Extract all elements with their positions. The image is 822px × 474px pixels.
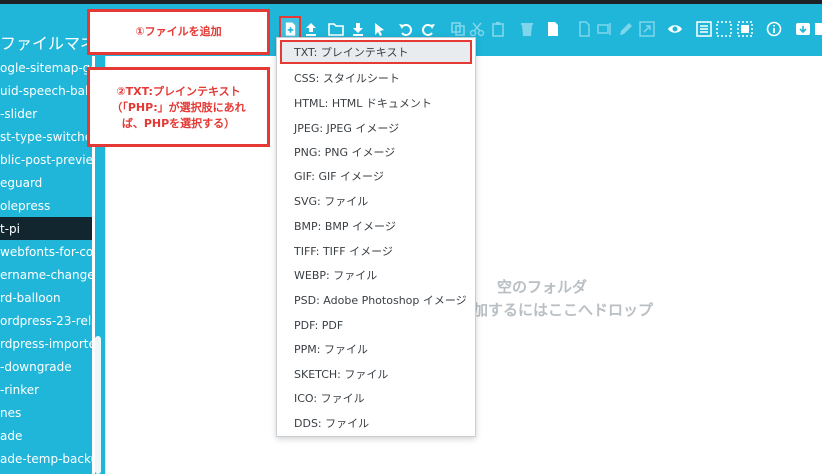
sidebar-item-active[interactable]: t-pi <box>0 217 92 240</box>
annotation-step1: ①ファイルを追加 <box>87 9 270 55</box>
sidebar-item[interactable]: blic-post-preview <box>0 148 92 171</box>
info-icon[interactable] <box>766 20 782 38</box>
menu-item-ico[interactable]: ICO: ファイル <box>277 386 475 410</box>
upload-icon[interactable] <box>303 20 319 38</box>
sidebar-item[interactable]: ade-temp-backup <box>0 447 92 470</box>
sidebar-item[interactable]: nes <box>0 401 92 424</box>
menu-item-tiff[interactable]: TIFF: TIFF イメージ <box>277 239 475 263</box>
menu-item-svg[interactable]: SVG: ファイル <box>277 189 475 213</box>
rename-icon[interactable] <box>597 20 613 38</box>
sidebar-item[interactable]: ername-changer <box>0 263 92 286</box>
extract-icon[interactable] <box>795 20 811 38</box>
new-folder-icon[interactable] <box>328 20 344 38</box>
download-icon[interactable] <box>350 20 366 38</box>
sidebar-item[interactable]: -downgrade <box>0 355 92 378</box>
sidebar-item[interactable]: -slider <box>0 102 92 125</box>
copy-icon[interactable] <box>450 20 466 38</box>
menu-item-png[interactable]: PNG: PNG イメージ <box>277 140 475 164</box>
duplicate-icon[interactable] <box>576 20 592 38</box>
sidebar-item[interactable]: rdpress-importer <box>0 332 92 355</box>
empty-folder-title: 空のフォルダ <box>497 278 588 296</box>
menu-item-ppm[interactable]: PPM: ファイル <box>277 337 475 361</box>
menu-item-jpeg[interactable]: JPEG: JPEG イメージ <box>277 116 475 140</box>
menu-item-txt[interactable]: TXT: プレインテキスト <box>280 40 472 64</box>
menu-item-pdf[interactable]: PDF: PDF <box>277 313 475 337</box>
select-icon[interactable] <box>371 20 387 38</box>
edit-icon[interactable] <box>618 20 634 38</box>
delete-icon[interactable] <box>519 20 535 38</box>
select-none-icon[interactable] <box>716 20 732 38</box>
menu-item-sketch[interactable]: SKETCH: ファイル <box>277 362 475 386</box>
sidebar-item[interactable]: olepress <box>0 194 92 217</box>
empty-folder-hint: 追加するにはここへドロップ <box>458 301 654 319</box>
annotation-step1-text: ①ファイルを追加 <box>135 25 222 38</box>
sidebar-item[interactable]: webfonts-for-conc <box>0 240 92 263</box>
select-all-icon[interactable] <box>696 20 712 38</box>
extra-tool-icon[interactable] <box>815 20 822 38</box>
paste-icon[interactable] <box>490 20 506 38</box>
resize-icon[interactable] <box>639 20 655 38</box>
annotation-step2-line1: ②TXT:プレインテキスト <box>116 85 241 98</box>
menu-item-bmp[interactable]: BMP: BMP イメージ <box>277 214 475 238</box>
sidebar-item[interactable]: eguard <box>0 171 92 194</box>
new-file-type-menu: TXT: プレインテキスト CSS: スタイルシート HTML: HTML ドキ… <box>276 37 476 437</box>
invert-selection-icon[interactable] <box>737 20 753 38</box>
sidebar-item[interactable]: -rinker <box>0 378 92 401</box>
sidebar-item[interactable]: ogle-sitemap-ge <box>0 56 92 79</box>
annotation-step2-line3: ば、PHPを選択する） <box>121 117 236 130</box>
annotation-step2: ②TXT:プレインテキスト （「PHP:」が選択肢にあれ ば、PHPを選択する） <box>87 67 270 147</box>
menu-item-webp[interactable]: WEBP: ファイル <box>277 263 475 287</box>
menu-item-html[interactable]: HTML: HTML ドキュメント <box>277 91 475 115</box>
menu-item-dds[interactable]: DDS: ファイル <box>277 411 475 435</box>
sidebar-item[interactable]: ordpress-23-related <box>0 309 92 332</box>
menu-item-gif[interactable]: GIF: GIF イメージ <box>277 164 475 188</box>
sidebar-item[interactable]: ade <box>0 424 92 447</box>
clear-icon[interactable] <box>545 20 561 38</box>
preview-icon[interactable] <box>667 20 683 38</box>
annotation-step2-line2: （「PHP:」が選択肢にあれ <box>111 101 246 114</box>
cut-icon[interactable] <box>469 20 485 38</box>
redo-icon[interactable] <box>420 20 436 38</box>
sidebar-item[interactable]: uid-speech-balloo <box>0 79 92 102</box>
undo-icon[interactable] <box>398 20 414 38</box>
menu-item-css[interactable]: CSS: スタイルシート <box>277 66 475 90</box>
sidebar-item[interactable]: st-type-switcher <box>0 125 92 148</box>
sidebar-scrollbar[interactable] <box>95 336 101 474</box>
menu-item-psd[interactable]: PSD: Adobe Photoshop イメージ <box>277 288 475 312</box>
sidebar-item[interactable]: rd-balloon <box>0 286 92 309</box>
app-title: ファイルマネ <box>0 34 97 53</box>
